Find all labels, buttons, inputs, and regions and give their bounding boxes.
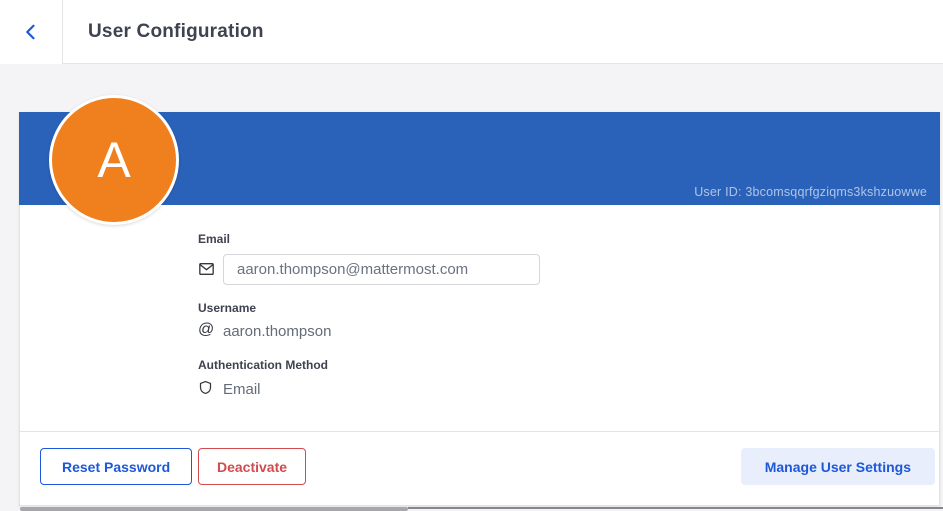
user-config-card: User ID: 3bcomsqqrfgziqms3kshzuowwe A Em… <box>19 112 940 506</box>
auth-method-label: Authentication Method <box>198 358 328 372</box>
user-id-text: User ID: 3bcomsqqrfgziqms3kshzuowwe <box>694 185 927 199</box>
email-label: Email <box>198 232 230 246</box>
username-label: Username <box>198 301 256 315</box>
horizontal-scrollbar-thumb[interactable] <box>20 507 408 511</box>
shield-icon <box>198 379 213 396</box>
page-header: User Configuration <box>0 0 943 64</box>
username-value: aaron.thompson <box>223 323 331 340</box>
deactivate-button[interactable]: Deactivate <box>198 448 306 485</box>
avatar-initial: A <box>97 135 130 185</box>
user-configuration-page: User Configuration User ID: 3bcomsqqrfgz… <box>0 0 943 511</box>
manage-user-settings-button[interactable]: Manage User Settings <box>741 448 935 485</box>
auth-method-value: Email <box>223 381 261 398</box>
at-sign-icon: @ <box>198 321 214 339</box>
reset-password-button[interactable]: Reset Password <box>40 448 192 485</box>
page-title: User Configuration <box>88 0 264 64</box>
divider <box>19 431 940 432</box>
user-id-value: 3bcomsqqrfgziqms3kshzuowwe <box>745 185 927 199</box>
horizontal-scrollbar-track-line <box>408 507 943 509</box>
user-id-label: User ID: <box>694 185 741 199</box>
back-button[interactable] <box>0 0 63 64</box>
avatar: A <box>49 95 179 225</box>
email-input[interactable] <box>223 254 540 285</box>
envelope-icon <box>198 261 215 277</box>
chevron-left-icon <box>21 22 41 42</box>
